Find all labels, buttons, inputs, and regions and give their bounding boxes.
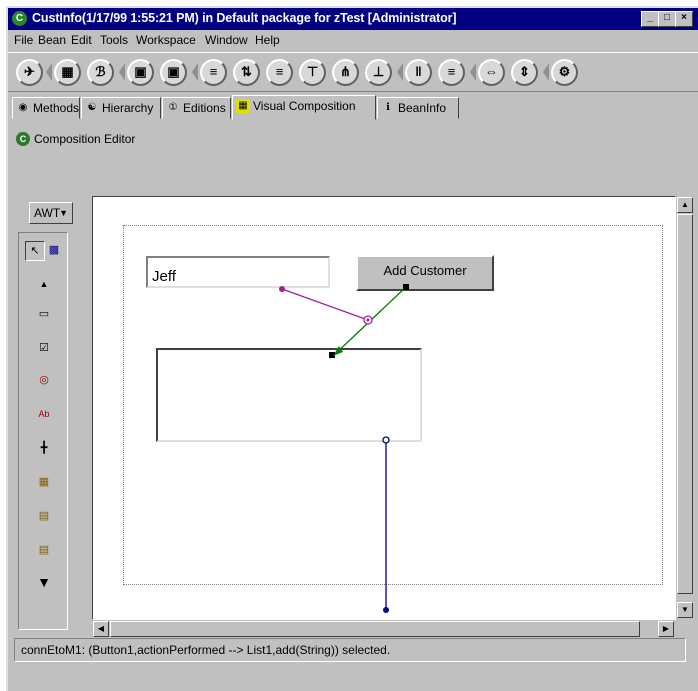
visual-composition-icon: ▦: [236, 99, 250, 113]
run-icon[interactable]: ✈: [16, 59, 43, 86]
scroll-thumb[interactable]: [110, 621, 640, 637]
tab-beaninfo[interactable]: ℹ BeanInfo: [377, 97, 459, 119]
scroll-up-arrow-icon[interactable]: ▲: [677, 197, 693, 213]
tab-label: Visual Composition: [253, 99, 356, 113]
title-bar[interactable]: C CustInfo(1/17/99 1:55:21 PM) in Defaul…: [8, 8, 698, 30]
editions-icon: ①: [168, 102, 178, 113]
toolbar-separator: [470, 63, 476, 81]
align-left-icon[interactable]: ≡: [200, 59, 227, 86]
bean-palette: ↖ ▩ ▲ ▭ ☑ ◎ Ab ╋ ▦ ▤ ▤ ▼: [18, 232, 68, 630]
button-bean-icon[interactable]: ▭: [35, 305, 53, 323]
list-bean-icon[interactable]: ▤: [35, 507, 53, 525]
menu-window[interactable]: Window: [205, 33, 248, 47]
scroll-down-icon[interactable]: ▼: [35, 573, 53, 591]
menu-bean[interactable]: Bean: [38, 33, 66, 47]
composition-editor-title: Composition Editor: [34, 132, 136, 146]
align-right-icon[interactable]: ≡: [266, 59, 293, 86]
menu-file[interactable]: File: [14, 33, 33, 47]
align-middle-icon[interactable]: ⋔: [332, 59, 359, 86]
horizontal-scrollbar[interactable]: ◀ ▶: [92, 620, 676, 638]
menu-bar: File Bean Edit Tools Workspace Window He…: [8, 30, 698, 50]
vertical-scrollbar[interactable]: ▲ ▼: [676, 196, 694, 620]
hierarchy-icon: ☯: [87, 102, 97, 113]
tab-label: BeanInfo: [398, 101, 447, 115]
class-icon: C: [16, 132, 30, 146]
text-field-bean[interactable]: Jeff: [146, 256, 330, 288]
scroll-left-arrow-icon[interactable]: ◀: [93, 621, 109, 637]
tab-hierarchy[interactable]: ☯ Hierarchy: [81, 97, 161, 119]
align-top-icon[interactable]: ⊤: [299, 59, 326, 86]
tab-methods[interactable]: ◉ Methods: [12, 97, 80, 119]
align-bottom-icon[interactable]: ⊥: [365, 59, 392, 86]
tab-editions[interactable]: ① Editions: [162, 97, 231, 119]
list-bean[interactable]: [156, 348, 422, 442]
bean-list-icon[interactable]: ▦: [54, 59, 81, 86]
toolbar-separator: [119, 63, 125, 81]
close-button[interactable]: ×: [675, 11, 693, 27]
label-bean-icon[interactable]: Ab: [35, 405, 53, 423]
chevron-down-icon: ▼: [59, 208, 68, 218]
morph-icon[interactable]: ▣: [160, 59, 187, 86]
scroll-thumb[interactable]: [677, 214, 693, 594]
distribute-horizontal-icon[interactable]: ‖: [405, 59, 432, 86]
app-icon[interactable]: C: [12, 11, 27, 26]
align-center-icon[interactable]: ⇅: [233, 59, 260, 86]
beaninfo-icon: ℹ: [386, 102, 390, 113]
toolbar-separator: [192, 63, 198, 81]
palette-category-dropdown[interactable]: AWT ▼: [29, 202, 73, 224]
methods-icon: ◉: [18, 102, 28, 113]
tab-label: Editions: [183, 101, 226, 115]
scroll-right-arrow-icon[interactable]: ▶: [658, 621, 674, 637]
tear-off-icon[interactable]: ▣: [127, 59, 154, 86]
sticky-tool-icon[interactable]: ▩: [45, 241, 63, 259]
scroll-up-icon[interactable]: ▲: [35, 275, 53, 293]
match-height-icon[interactable]: ⇕: [511, 59, 538, 86]
tab-visual-composition[interactable]: ▦ Visual Composition: [232, 95, 376, 120]
palette-category-label: AWT: [34, 206, 61, 220]
menu-edit[interactable]: Edit: [71, 33, 92, 47]
textarea-bean-icon[interactable]: ▤: [35, 541, 53, 559]
toolbar-separator: [543, 63, 549, 81]
tab-label: Methods: [33, 101, 80, 115]
add-customer-button[interactable]: Add Customer: [356, 255, 494, 291]
maximize-button[interactable]: □: [658, 11, 676, 27]
toolbar-separator: [397, 63, 403, 81]
scrollbar-bean-icon[interactable]: ╋: [35, 439, 53, 457]
toolbar-separator: [46, 63, 52, 81]
menu-workspace[interactable]: Workspace: [136, 33, 196, 47]
minimize-button[interactable]: _: [641, 11, 659, 27]
scroll-down-arrow-icon[interactable]: ▼: [677, 602, 693, 618]
window-title: CustInfo(1/17/99 1:55:21 PM) in Default …: [32, 11, 457, 25]
menu-tools[interactable]: Tools: [100, 33, 128, 47]
status-bar: connEtoM1: (Button1,actionPerformed --> …: [14, 638, 686, 662]
toolbar: ✈ ▦ ℬ ▣ ▣ ≡ ⇅ ≡ ⊤ ⋔ ⊥ ‖ ≡ ⇔ ⇕ ⚙: [8, 52, 698, 92]
notebook-tabs: ◉ Methods ☯ Hierarchy ① Editions ▦ Visua…: [8, 94, 698, 122]
beaninfo-tool-icon[interactable]: ℬ: [87, 59, 114, 86]
match-width-icon[interactable]: ⇔: [478, 59, 505, 86]
properties-icon[interactable]: ⚙: [551, 59, 578, 86]
menu-help[interactable]: Help: [255, 33, 280, 47]
panel-bean-icon[interactable]: ▦: [35, 473, 53, 491]
composition-editor-header: C Composition Editor: [12, 128, 696, 150]
distribute-vertical-icon[interactable]: ≡: [438, 59, 465, 86]
tab-label: Hierarchy: [102, 101, 154, 115]
radio-group-bean-icon[interactable]: ◎: [35, 371, 53, 389]
selection-tool-icon[interactable]: ↖: [25, 241, 45, 261]
checkbox-bean-icon[interactable]: ☑: [35, 339, 53, 357]
